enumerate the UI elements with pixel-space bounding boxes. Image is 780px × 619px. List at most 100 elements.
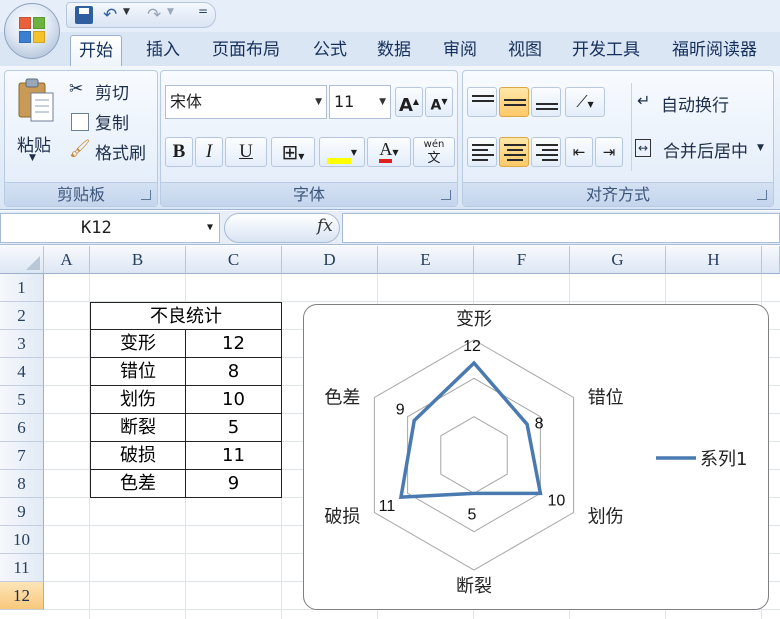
column-header-f[interactable]: F	[474, 246, 570, 274]
orientation-icon[interactable]: ⟋▼	[565, 87, 605, 117]
align-center-icon[interactable]	[499, 137, 529, 167]
grow-font-icon[interactable]: A▲	[395, 87, 423, 117]
table-label-cell[interactable]: 破损	[90, 442, 186, 470]
table-value-cell[interactable]: 12	[185, 330, 282, 358]
bold-button[interactable]: B	[165, 137, 193, 167]
redo-icon[interactable]: ↷	[147, 3, 161, 27]
cut-button[interactable]: 剪切	[95, 79, 129, 104]
tab-formulas[interactable]: 公式	[313, 35, 347, 66]
tab-review[interactable]: 审阅	[443, 35, 477, 66]
shrink-font-icon[interactable]: A▼	[425, 87, 453, 117]
save-icon[interactable]	[75, 6, 93, 24]
insert-function-button[interactable]: fx	[317, 216, 333, 236]
tab-home[interactable]: 开始	[70, 35, 122, 66]
font-name-combo[interactable]: 宋体 ▼	[165, 85, 327, 119]
tab-insert[interactable]: 插入	[146, 35, 180, 66]
phonetic-guide-button[interactable]: wén 文	[413, 137, 455, 167]
increase-indent-icon[interactable]: ⇥	[595, 137, 623, 167]
table-label-cell[interactable]: 错位	[90, 358, 186, 386]
undo-dropdown-icon[interactable]: ▼	[123, 7, 130, 17]
paste-dropdown-icon[interactable]: ▼	[29, 153, 36, 163]
radar-chart[interactable]: 变形 错位 划伤 断裂 破损 色差 12 8 10 5 11 9 系列1	[303, 304, 769, 610]
row-header-2[interactable]: 2	[0, 302, 44, 330]
tab-page-layout[interactable]: 页面布局	[212, 35, 280, 66]
name-box[interactable]: K12 ▼	[0, 213, 220, 243]
align-left-icon[interactable]	[467, 137, 497, 167]
table-label-cell[interactable]: 变形	[90, 330, 186, 358]
font-group: 宋体 ▼ 11 ▼ A▲ A▼ B I U ⊞▼ ▼ A▼ wén 文 字体	[160, 70, 458, 207]
column-header-overflow[interactable]	[762, 246, 780, 274]
column-header-c[interactable]: C	[186, 246, 282, 274]
table-value-cell[interactable]: 10	[185, 386, 282, 414]
font-size-combo[interactable]: 11 ▼	[329, 85, 391, 119]
tab-view[interactable]: 视图	[508, 35, 542, 66]
tab-data[interactable]: 数据	[377, 35, 411, 66]
tab-foxit-reader[interactable]: 福昕阅读器	[672, 35, 757, 66]
row-header-6[interactable]: 6	[0, 414, 44, 442]
merge-center-button[interactable]: 合并后居中	[663, 137, 748, 162]
formula-bar: K12 ▼ fx	[0, 211, 780, 245]
radar-series-line[interactable]	[398, 360, 543, 500]
column-header-g[interactable]: G	[570, 246, 666, 274]
row-header-3[interactable]: 3	[0, 330, 44, 358]
row-header-9[interactable]: 9	[0, 498, 44, 526]
format-painter-icon[interactable]: 🖌	[69, 139, 91, 159]
office-button[interactable]	[4, 3, 60, 59]
paste-icon[interactable]	[17, 77, 57, 123]
wrap-text-icon[interactable]: ↵	[637, 91, 650, 110]
row-header-1[interactable]: 1	[0, 274, 44, 302]
legend-series-label[interactable]: 系列1	[700, 449, 747, 470]
copy-icon[interactable]	[71, 113, 89, 131]
font-name-dropdown-icon[interactable]: ▼	[315, 86, 322, 118]
cut-icon[interactable]: ✂	[69, 79, 83, 99]
row-header-5[interactable]: 5	[0, 386, 44, 414]
row-header-12[interactable]: 12	[0, 582, 44, 610]
table-label-cell[interactable]: 色差	[90, 470, 186, 498]
table-label-cell[interactable]: 断裂	[90, 414, 186, 442]
tab-developer[interactable]: 开发工具	[572, 35, 640, 66]
column-header-e[interactable]: E	[378, 246, 474, 274]
row-header-4[interactable]: 4	[0, 358, 44, 386]
underline-button[interactable]: U	[225, 137, 267, 167]
merge-center-dropdown-icon[interactable]: ▼	[757, 143, 764, 153]
fill-color-icon[interactable]: ▼	[319, 137, 365, 167]
align-right-icon[interactable]	[531, 137, 561, 167]
table-value-cell[interactable]: 9	[185, 470, 282, 498]
format-painter-button[interactable]: 格式刷	[95, 139, 146, 164]
alignment-launcher-icon[interactable]	[757, 190, 767, 200]
align-middle-icon[interactable]	[499, 87, 529, 117]
radar-category-label: 错位	[588, 388, 624, 409]
undo-icon[interactable]: ↶	[103, 3, 117, 27]
column-header-d[interactable]: D	[282, 246, 378, 274]
table-value-cell[interactable]: 11	[185, 442, 282, 470]
row-header-7[interactable]: 7	[0, 442, 44, 470]
row-header-10[interactable]: 10	[0, 526, 44, 554]
copy-button[interactable]: 复制	[95, 109, 129, 134]
table-title-cell[interactable]: 不良统计	[90, 302, 282, 330]
column-header-a[interactable]: A	[44, 246, 90, 274]
table-value-cell[interactable]: 8	[185, 358, 282, 386]
select-all-button[interactable]	[0, 246, 44, 274]
wrap-text-button[interactable]: 自动换行	[661, 91, 729, 116]
table-label-cell[interactable]: 划伤	[90, 386, 186, 414]
clipboard-launcher-icon[interactable]	[141, 190, 151, 200]
merge-center-icon[interactable]: ↔	[635, 139, 652, 157]
row-header-8[interactable]: 8	[0, 470, 44, 498]
redo-dropdown-icon[interactable]: ▼	[167, 7, 174, 17]
decrease-indent-icon[interactable]: ⇤	[565, 137, 593, 167]
borders-icon[interactable]: ⊞▼	[271, 137, 315, 167]
align-bottom-icon[interactable]	[531, 87, 561, 117]
align-top-icon[interactable]	[467, 87, 497, 117]
column-header-b[interactable]: B	[90, 246, 186, 274]
row-header-11[interactable]: 11	[0, 554, 44, 582]
formula-input[interactable]	[342, 213, 780, 243]
italic-button[interactable]: I	[195, 137, 223, 167]
customize-quick-access-icon[interactable]: =	[198, 4, 208, 18]
column-header-h[interactable]: H	[666, 246, 762, 274]
name-box-dropdown-icon[interactable]: ▼	[207, 214, 213, 242]
font-launcher-icon[interactable]	[441, 190, 451, 200]
radar-category-label: 变形	[456, 309, 492, 330]
font-size-dropdown-icon[interactable]: ▼	[379, 86, 386, 118]
table-value-cell[interactable]: 5	[185, 414, 282, 442]
font-color-button[interactable]: A▼	[367, 137, 411, 167]
